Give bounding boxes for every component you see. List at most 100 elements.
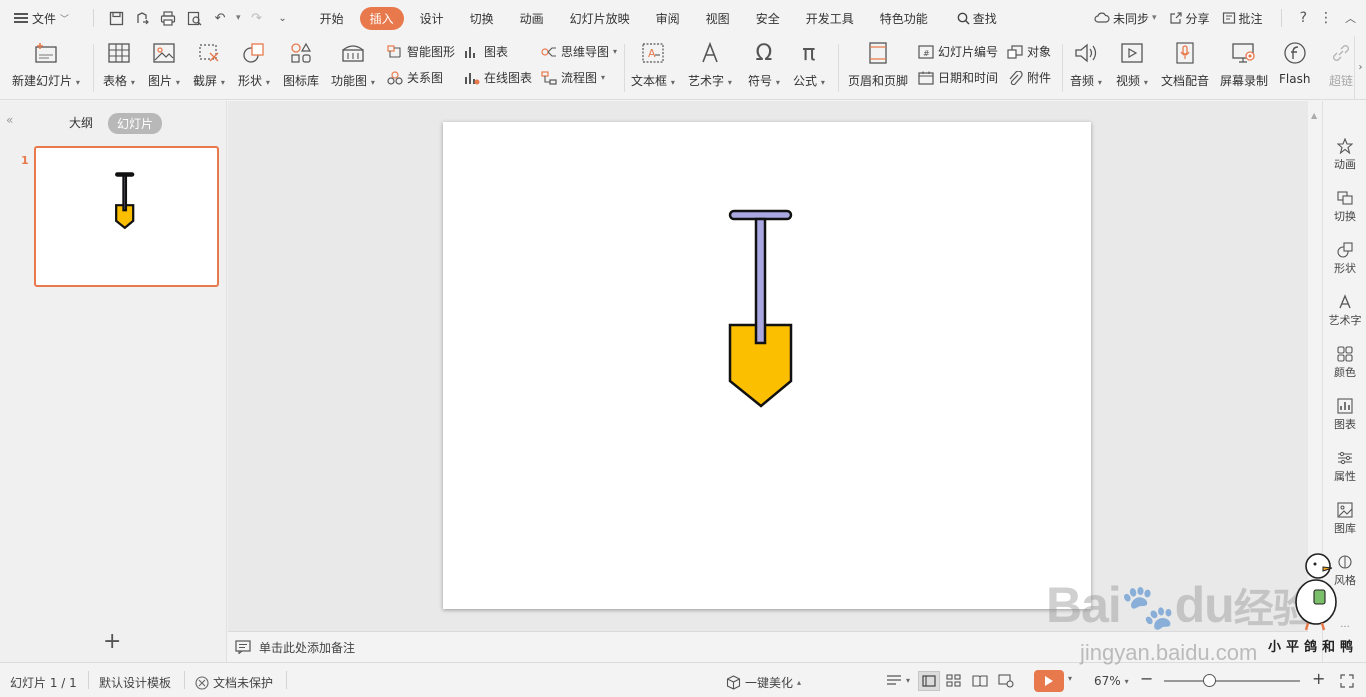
template-name[interactable]: 默认设计模板 xyxy=(99,674,171,691)
date-time-button[interactable]: 日期和时间 xyxy=(918,69,998,86)
sidebar-animation-label: 动画 xyxy=(1334,158,1356,171)
smart-art-button[interactable]: 智能图形 xyxy=(387,43,455,60)
art-text-icon xyxy=(697,40,723,66)
slide-1[interactable] xyxy=(443,122,1091,609)
header-footer-button[interactable]: 页眉和页脚 xyxy=(848,40,908,89)
collapse-ribbon-icon[interactable]: ︿ xyxy=(1345,10,1356,26)
attachment-button[interactable]: 附件 xyxy=(1007,69,1051,86)
normal-view-button[interactable] xyxy=(918,671,940,691)
collapse-panel-icon[interactable]: « xyxy=(6,113,13,127)
view-notes-toggle[interactable]: ▾ xyxy=(886,674,910,687)
sidebar-art-text[interactable]: 艺术字 xyxy=(1323,292,1366,328)
chart-label: 图表 xyxy=(484,45,509,59)
more-icon[interactable]: ⋮ xyxy=(1319,10,1333,26)
sidebar-color[interactable]: 颜色 xyxy=(1323,344,1366,380)
sidebar-shape[interactable]: 形状 xyxy=(1323,240,1366,276)
slide-number-label: 幻灯片编号 xyxy=(938,45,999,59)
print-icon[interactable] xyxy=(158,8,178,28)
divider xyxy=(624,44,625,92)
zoom-in-button[interactable]: + xyxy=(1312,669,1325,688)
sidebar-chart[interactable]: 图表 xyxy=(1323,396,1366,432)
slides-tab[interactable]: 幻灯片 xyxy=(108,113,163,134)
screenshot-button[interactable]: 截屏 ▾ xyxy=(193,40,225,89)
doc-voice-label: 文档配音 xyxy=(1161,74,1210,88)
fit-window-button[interactable] xyxy=(1340,674,1354,688)
search-tab[interactable]: 查找 xyxy=(947,7,1007,30)
zoom-slider-knob[interactable] xyxy=(1202,674,1216,687)
object-label: 对象 xyxy=(1027,45,1052,59)
presenter-view-button[interactable] xyxy=(998,674,1014,688)
art-text-button[interactable]: 艺术字 ▾ xyxy=(688,40,732,89)
tab-design[interactable]: 设计 xyxy=(410,7,454,30)
zoom-level[interactable]: 67% ▾ xyxy=(1094,674,1129,688)
tab-features[interactable]: 特色功能 xyxy=(870,7,938,30)
play-options[interactable]: ▾ xyxy=(1068,674,1072,683)
outline-tab[interactable]: 大纲 xyxy=(69,114,93,131)
tab-transition[interactable]: 切换 xyxy=(460,7,504,30)
tab-slideshow[interactable]: 幻灯片放映 xyxy=(560,7,640,30)
video-button[interactable]: 视频 ▾ xyxy=(1116,40,1148,89)
normal-view-icon xyxy=(922,675,936,687)
print-preview-icon[interactable] xyxy=(184,8,204,28)
zoom-slider[interactable] xyxy=(1164,680,1300,682)
symbol-button[interactable]: Ω 符号 ▾ xyxy=(748,40,780,89)
comment-button[interactable]: 批注 xyxy=(1222,10,1263,27)
tab-animation[interactable]: 动画 xyxy=(510,7,554,30)
table-button[interactable]: 表格 ▾ xyxy=(103,40,135,89)
doc-voice-button[interactable]: 文档配音 xyxy=(1161,40,1209,89)
formula-button[interactable]: π 公式 ▾ xyxy=(793,40,825,89)
video-label: 视频 xyxy=(1116,74,1141,88)
flash-button[interactable]: Flash xyxy=(1279,40,1310,86)
beautify-button[interactable]: 一键美化 ▴ xyxy=(726,674,801,691)
chart-button[interactable]: 图表 xyxy=(464,43,508,60)
chevron-down-icon[interactable]: ▾ xyxy=(236,13,241,23)
function-chart-button[interactable]: 功能图 ▾ xyxy=(331,40,375,89)
tab-security[interactable]: 安全 xyxy=(746,7,790,30)
sidebar-animation[interactable]: 动画 xyxy=(1323,136,1366,172)
picture-button[interactable]: 图片 ▾ xyxy=(148,40,180,89)
shovel-shape[interactable] xyxy=(443,122,1091,609)
shape-button[interactable]: 形状 ▾ xyxy=(238,40,270,89)
shovel-handle[interactable] xyxy=(754,217,767,345)
screen-record-button[interactable]: 屏幕录制 xyxy=(1220,40,1268,89)
scroll-up-icon[interactable]: ▲ xyxy=(1311,111,1317,120)
undo-icon[interactable]: ↶ xyxy=(210,8,230,28)
customize-icon[interactable]: ⌄ xyxy=(273,8,293,28)
textbox-button[interactable]: A 文本框 ▾ xyxy=(631,40,675,89)
save-icon[interactable] xyxy=(106,8,126,28)
tab-home[interactable]: 开始 xyxy=(310,7,354,30)
file-menu[interactable]: 文件 ﹀ xyxy=(14,10,69,27)
hyperlink-button[interactable]: 超链 xyxy=(1328,40,1354,89)
object-button[interactable]: 对象 xyxy=(1007,43,1051,60)
sidebar-transition[interactable]: 切换 xyxy=(1323,188,1366,224)
add-slide-button[interactable]: + xyxy=(103,631,121,653)
slide-thumbnail[interactable] xyxy=(34,146,219,287)
ribbon-scroll-right[interactable]: › xyxy=(1354,36,1366,99)
play-button[interactable] xyxy=(1034,670,1064,692)
share-button[interactable]: 分享 xyxy=(1169,10,1210,27)
divider xyxy=(1062,44,1063,92)
flow-chart-button[interactable]: 流程图 ▾ xyxy=(541,69,605,86)
redo-icon[interactable]: ↷ xyxy=(247,8,267,28)
audio-button[interactable]: 音频 ▾ xyxy=(1070,40,1102,89)
sync-status[interactable]: 未同步 ▾ xyxy=(1094,10,1157,27)
flow-chart-icon xyxy=(541,70,557,86)
slide-number-button[interactable]: # 幻灯片编号 xyxy=(918,43,998,60)
relation-button[interactable]: 关系图 xyxy=(387,69,443,86)
export-icon[interactable] xyxy=(132,8,152,28)
help-icon[interactable]: ? xyxy=(1300,10,1307,26)
reading-view-button[interactable] xyxy=(972,674,988,687)
online-chart-button[interactable]: 在线图表 xyxy=(464,69,532,86)
new-slide-button[interactable]: 新建幻灯片 ▾ xyxy=(12,40,80,89)
tab-view[interactable]: 视图 xyxy=(696,7,740,30)
sorter-view-button[interactable] xyxy=(946,674,961,687)
tab-insert[interactable]: 插入 xyxy=(359,6,404,30)
tab-developer[interactable]: 开发工具 xyxy=(796,7,864,30)
sidebar-gallery[interactable]: 图库 xyxy=(1323,500,1366,536)
protection-status[interactable]: 文档未保护 xyxy=(195,674,273,691)
zoom-out-button[interactable]: − xyxy=(1140,669,1153,688)
mind-map-button[interactable]: 思维导图 ▾ xyxy=(541,43,617,60)
sidebar-properties[interactable]: 属性 xyxy=(1323,448,1366,484)
tab-review[interactable]: 审阅 xyxy=(646,7,690,30)
icon-library-button[interactable]: 图标库 xyxy=(283,40,319,89)
